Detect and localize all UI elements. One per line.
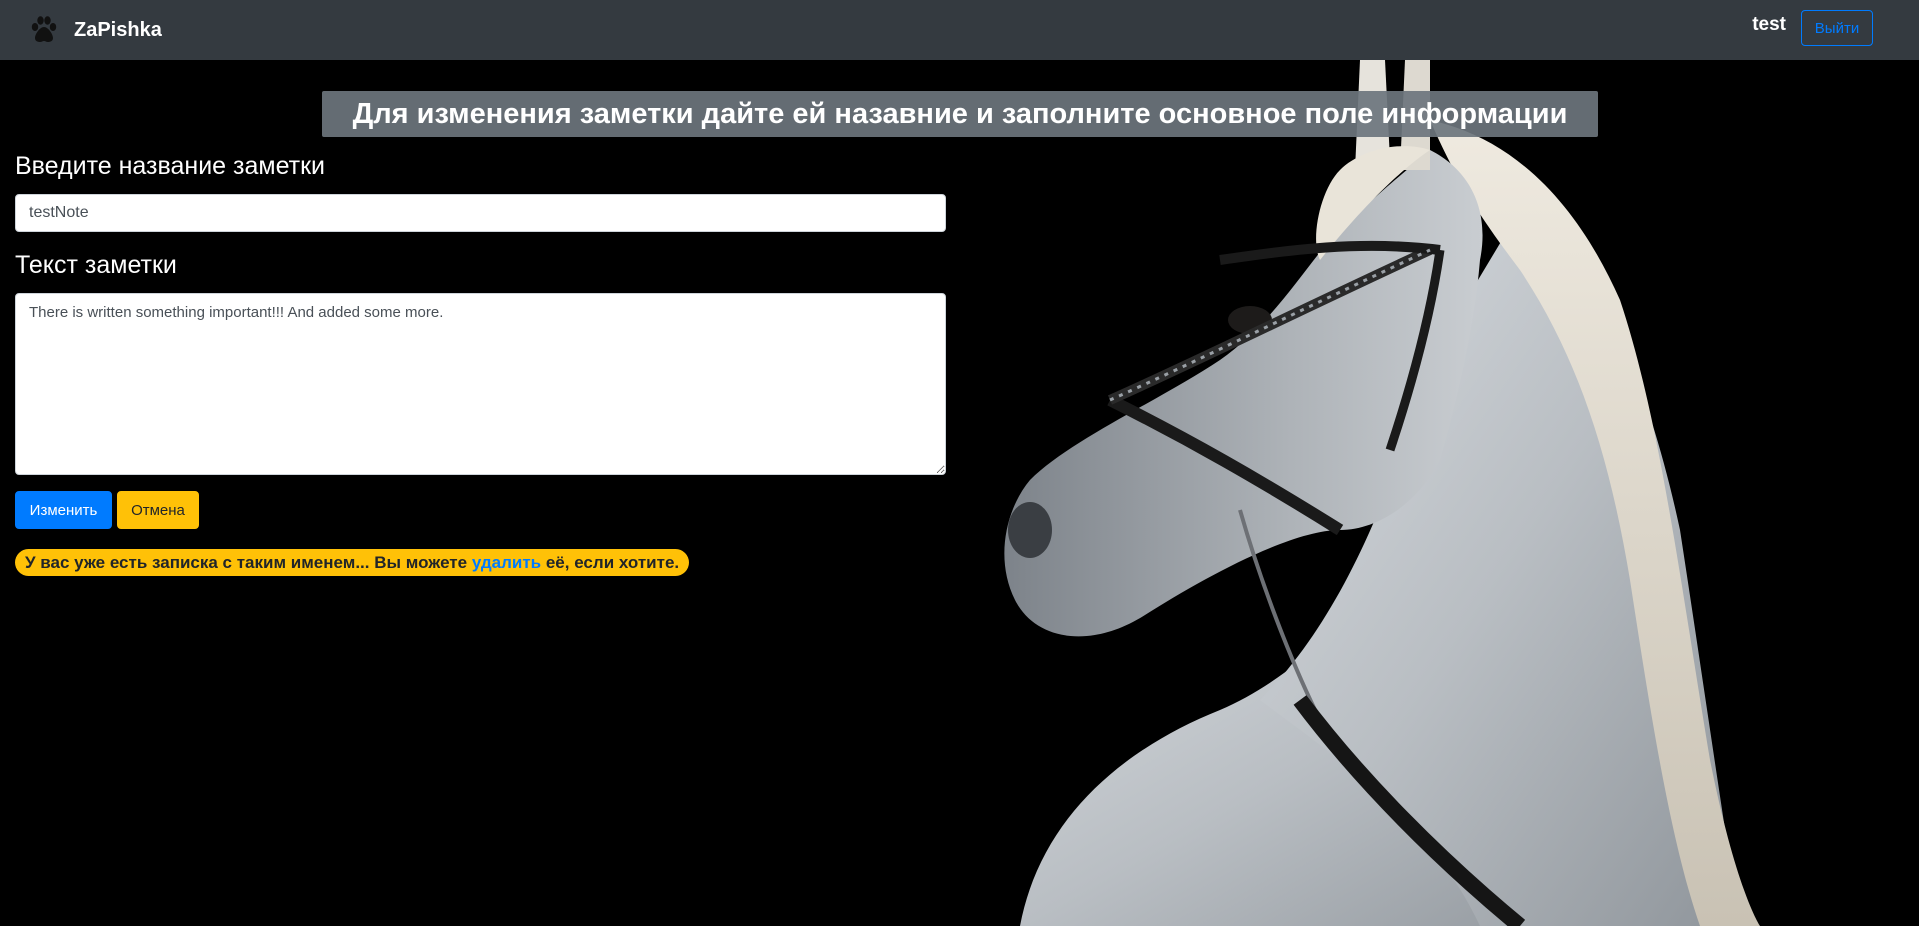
brand-name: ZaPishka [74, 18, 162, 41]
alert-text-after: её, если хотите. [541, 553, 680, 572]
navbar: ZaPishka test Выйти [0, 0, 1919, 60]
cancel-button[interactable]: Отмена [117, 491, 199, 529]
horse-background-image [960, 60, 1919, 926]
logout-button[interactable]: Выйти [1801, 10, 1873, 46]
submit-button[interactable]: Изменить [15, 491, 112, 529]
paw-icon [31, 16, 57, 42]
delete-link[interactable]: удалить [472, 553, 541, 572]
note-text-textarea[interactable]: There is written something important!!! … [15, 293, 946, 475]
note-text-label: Текст заметки [15, 251, 177, 279]
page-heading: Для изменения заметки дайте ей назавние … [322, 91, 1598, 138]
alert-text-before: У вас уже есть записка с таким именем...… [25, 553, 472, 572]
username: test [1752, 14, 1786, 35]
note-title-label: Введите название заметки [15, 152, 325, 180]
duplicate-name-alert: У вас уже есть записка с таким именем...… [15, 549, 690, 576]
note-title-input[interactable] [15, 194, 946, 232]
brand-link[interactable]: ZaPishka [28, 10, 162, 50]
